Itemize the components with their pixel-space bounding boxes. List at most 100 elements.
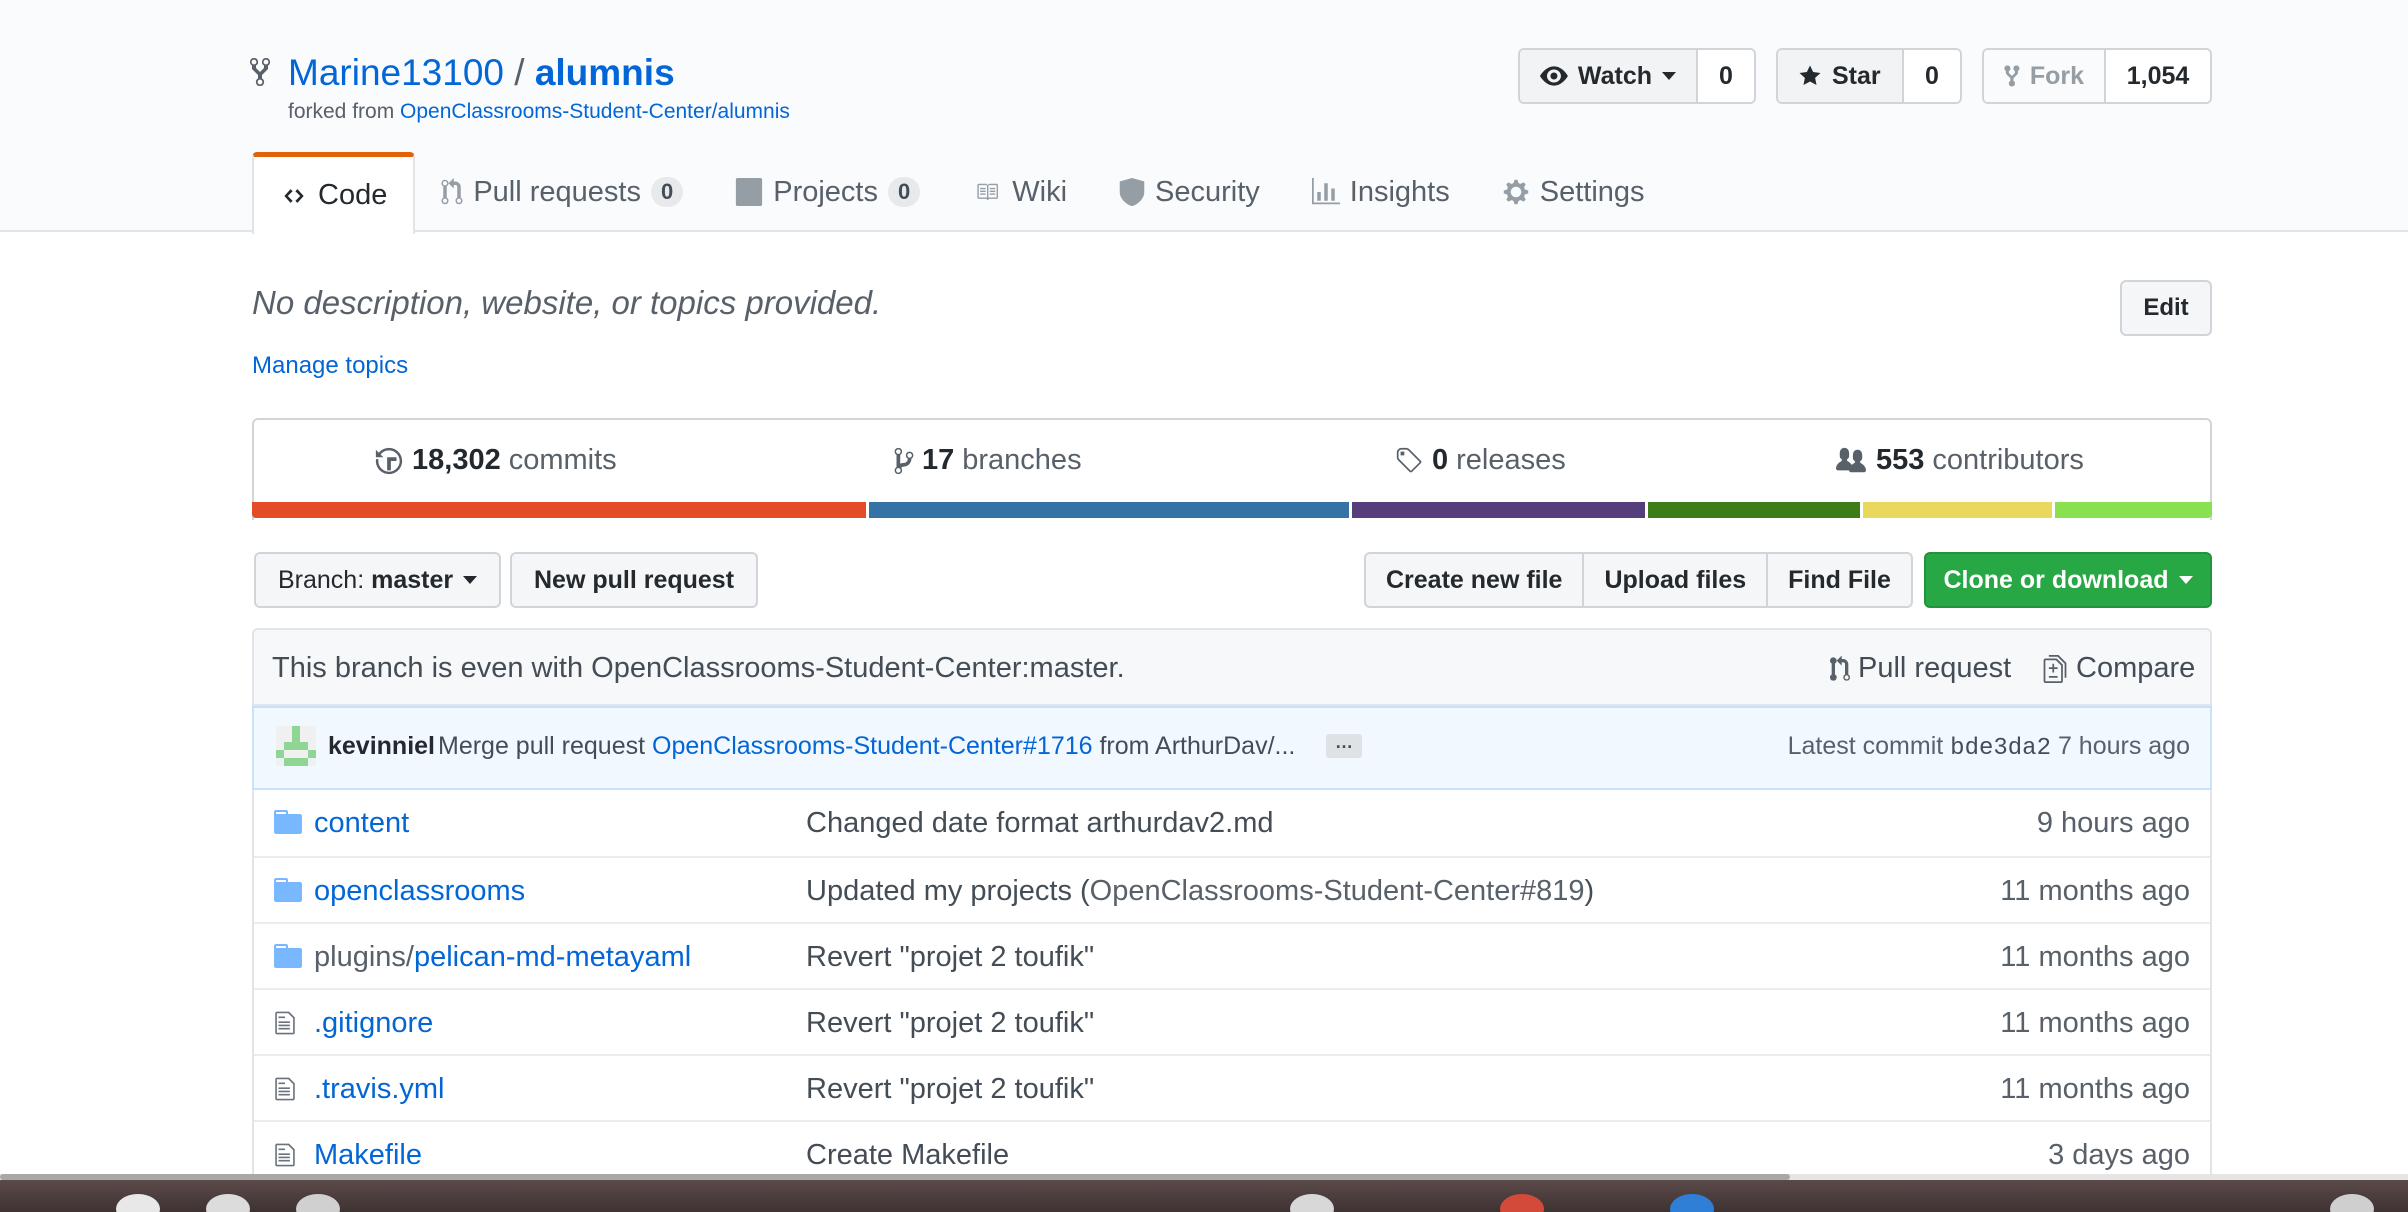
git-branch-icon xyxy=(894,447,914,474)
branch-prefix: Branch: xyxy=(278,565,365,594)
tab-wiki[interactable]: Wiki xyxy=(946,152,1093,232)
dock-app-icon[interactable] xyxy=(2330,1194,2374,1212)
commit-message-text: Revert "projet 2 toufik" xyxy=(806,941,1095,973)
fork-count[interactable]: 1,054 xyxy=(2106,50,2210,102)
tab-wiki-label: Wiki xyxy=(1012,175,1068,208)
find-file-button[interactable]: Find File xyxy=(1768,554,1911,606)
tab-settings[interactable]: Settings xyxy=(1476,152,1671,232)
file-commit-message[interactable]: Updated my projects (OpenClassrooms-Stud… xyxy=(806,875,1594,908)
file-age: 9 hours ago xyxy=(2036,807,2190,839)
dock-app-icon[interactable] xyxy=(206,1194,250,1212)
fork-label: Fork xyxy=(2029,61,2084,90)
language-segment[interactable] xyxy=(1351,502,1648,518)
file-name-link[interactable]: pelican-md-metayaml xyxy=(414,941,691,973)
file-name: content xyxy=(314,807,409,840)
tab-pull-requests[interactable]: Pull requests 0 xyxy=(415,152,709,232)
branch-infobar: This branch is even with OpenClassrooms-… xyxy=(252,628,2212,706)
tab-insights[interactable]: Insights xyxy=(1286,152,1476,232)
file-commit-message[interactable]: Revert "projet 2 toufik" xyxy=(806,1007,1094,1040)
language-segment[interactable] xyxy=(869,502,1352,518)
file-name-link[interactable]: openclassrooms xyxy=(314,875,525,907)
eye-icon xyxy=(1540,66,1568,86)
repo-description: No description, website, or topics provi… xyxy=(252,284,882,321)
watch-count[interactable]: 0 xyxy=(1698,50,1754,102)
repo-title: Marine13100 / alumnis xyxy=(288,50,675,96)
watch-button[interactable]: Watch xyxy=(1520,50,1698,102)
avatar[interactable] xyxy=(276,726,316,766)
star-count[interactable]: 0 xyxy=(1904,50,1960,102)
graph-icon xyxy=(1311,178,1340,205)
edit-description-button[interactable]: Edit xyxy=(2120,280,2212,336)
latest-commit-bar: kevinniel Merge pull request OpenClassro… xyxy=(252,706,2212,790)
compare-link[interactable]: Compare xyxy=(2042,652,2195,685)
file-commit-message[interactable]: Revert "projet 2 toufik" xyxy=(806,1073,1094,1106)
tag-icon xyxy=(1396,447,1422,472)
file-commit-message[interactable]: Revert "projet 2 toufik" xyxy=(806,941,1094,974)
language-segment[interactable] xyxy=(1647,502,1864,518)
project-icon xyxy=(736,178,763,206)
repo-name-link[interactable]: alumnis xyxy=(535,52,675,93)
repository-language-bar[interactable] xyxy=(252,502,2212,518)
commit-message-suffix: from ArthurDav/... xyxy=(1092,732,1296,760)
file-icon xyxy=(275,1143,295,1167)
expand-commit-button[interactable]: … xyxy=(1326,733,1362,758)
folder-icon xyxy=(274,944,302,968)
tab-projects[interactable]: Projects 0 xyxy=(709,152,946,232)
folder-icon xyxy=(274,810,302,834)
file-name-link[interactable]: .gitignore xyxy=(314,1007,433,1039)
dock-app-icon[interactable] xyxy=(1290,1194,1334,1212)
contributors-link[interactable]: 553 contributors xyxy=(1834,444,2084,477)
commit-message-text: Revert "projet 2 toufik" xyxy=(806,1007,1095,1039)
language-segment[interactable] xyxy=(252,502,870,518)
commit-message-text: Create Makefile xyxy=(806,1139,1010,1171)
star-icon xyxy=(1799,65,1821,85)
commit-pr-link[interactable]: OpenClassrooms-Student-Center#1716 xyxy=(652,732,1093,760)
upload-files-button[interactable]: Upload files xyxy=(1584,554,1769,606)
file-name-link[interactable]: .travis.yml xyxy=(314,1073,445,1105)
file-age: 11 months ago xyxy=(2000,941,2190,973)
file-name: Makefile xyxy=(314,1139,422,1172)
branches-label: branches xyxy=(962,444,1082,476)
language-segment[interactable] xyxy=(1863,502,2056,518)
dock-app-icon[interactable] xyxy=(1500,1194,1544,1212)
caret-down-icon xyxy=(1662,72,1676,80)
file-row: .travis.yml Revert "projet 2 toufik" 11 mo… xyxy=(254,1054,2210,1120)
file-icon xyxy=(274,1142,296,1168)
clone-or-download-button[interactable]: Clone or download xyxy=(1924,552,2212,608)
repo-owner-link[interactable]: Marine13100 xyxy=(288,52,504,93)
language-segment[interactable] xyxy=(2055,502,2212,518)
new-pull-request-button[interactable]: New pull request xyxy=(510,552,759,608)
file-diff-icon xyxy=(2043,654,2067,683)
branches-link[interactable]: 17 branches xyxy=(894,444,1082,477)
branch-select-button[interactable]: Branch: master xyxy=(254,552,502,608)
contributors-count: 553 xyxy=(1876,444,1925,476)
file-name-link[interactable]: content xyxy=(314,807,409,839)
commits-link[interactable]: 18,302 commits xyxy=(374,444,617,477)
file-age: 11 months ago xyxy=(2000,875,2190,907)
clone-label: Clone or download xyxy=(1943,565,2169,594)
latest-commit-meta: Latest commit bde3da2 7 hours ago xyxy=(1788,732,2190,762)
tab-security[interactable]: Security xyxy=(1093,152,1286,232)
file-commit-message[interactable]: Changed date format arthurdav2.md xyxy=(806,807,1274,840)
star-button[interactable]: Star xyxy=(1778,50,1904,102)
tab-security-label: Security xyxy=(1155,175,1260,208)
create-new-file-button[interactable]: Create new file xyxy=(1366,554,1585,606)
commit-sha-link[interactable]: bde3da2 xyxy=(1950,735,2051,762)
commit-message-ref[interactable]: OpenClassrooms-Student-Center#819 xyxy=(1090,875,1585,907)
pull-request-link[interactable]: Pull request xyxy=(1830,652,2011,685)
forked-from-link[interactable]: OpenClassrooms-Student-Center/alumnis xyxy=(400,100,790,123)
folder-icon xyxy=(274,944,302,968)
tab-code[interactable]: Code xyxy=(252,152,416,234)
dock-app-icon[interactable] xyxy=(296,1194,340,1212)
file-name-link[interactable]: Makefile xyxy=(314,1139,422,1171)
dock-app-icon[interactable] xyxy=(1670,1194,1714,1212)
file-path-prefix: plugins/ xyxy=(314,941,414,973)
file-commit-message[interactable]: Create Makefile xyxy=(806,1139,1009,1172)
releases-link[interactable]: 0 releases xyxy=(1394,444,1566,477)
commit-author-link[interactable]: kevinniel xyxy=(328,732,435,761)
manage-topics-link[interactable]: Manage topics xyxy=(252,352,408,380)
latest-commit-label: Latest commit xyxy=(1787,732,1951,760)
fork-button[interactable]: Fork xyxy=(1984,50,2106,102)
tab-code-label: Code xyxy=(318,179,388,211)
dock-app-icon[interactable] xyxy=(116,1194,160,1212)
